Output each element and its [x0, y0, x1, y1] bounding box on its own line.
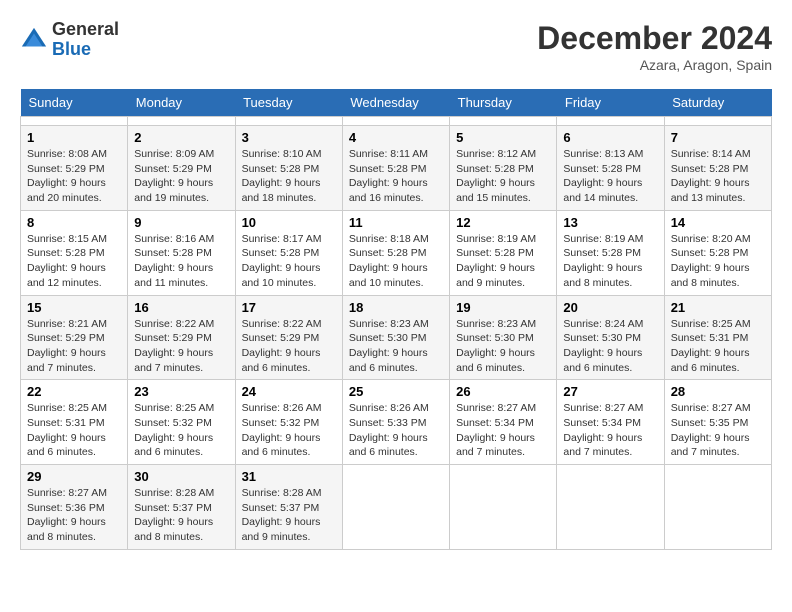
- day-cell-empty-6: [557, 117, 664, 126]
- month-title: December 2024: [537, 20, 772, 57]
- header-sunday: Sunday: [21, 89, 128, 117]
- day-25: 25 Sunrise: 8:26 AMSunset: 5:33 PMDaylig…: [342, 380, 449, 465]
- day-7: 7 Sunrise: 8:14 AMSunset: 5:28 PMDayligh…: [664, 126, 771, 211]
- day-1: 1 Sunrise: 8:08 AMSunset: 5:29 PMDayligh…: [21, 126, 128, 211]
- day-21: 21 Sunrise: 8:25 AMSunset: 5:31 PMDaylig…: [664, 295, 771, 380]
- title-section: December 2024 Azara, Aragon, Spain: [537, 20, 772, 73]
- header: General Blue December 2024 Azara, Aragon…: [20, 20, 772, 73]
- week-dec1: 1 Sunrise: 8:08 AMSunset: 5:29 PMDayligh…: [21, 126, 772, 211]
- day-4: 4 Sunrise: 8:11 AMSunset: 5:28 PMDayligh…: [342, 126, 449, 211]
- week-dec29: 29 Sunrise: 8:27 AMSunset: 5:36 PMDaylig…: [21, 465, 772, 550]
- week-dec8: 8 Sunrise: 8:15 AMSunset: 5:28 PMDayligh…: [21, 210, 772, 295]
- day-20: 20 Sunrise: 8:24 AMSunset: 5:30 PMDaylig…: [557, 295, 664, 380]
- day-11: 11 Sunrise: 8:18 AMSunset: 5:28 PMDaylig…: [342, 210, 449, 295]
- day-10: 10 Sunrise: 8:17 AMSunset: 5:28 PMDaylig…: [235, 210, 342, 295]
- day-13: 13 Sunrise: 8:19 AMSunset: 5:28 PMDaylig…: [557, 210, 664, 295]
- week-1: [21, 117, 772, 126]
- day-14: 14 Sunrise: 8:20 AMSunset: 5:28 PMDaylig…: [664, 210, 771, 295]
- day-30: 30 Sunrise: 8:28 AMSunset: 5:37 PMDaylig…: [128, 465, 235, 550]
- day-cell-empty-7: [664, 117, 771, 126]
- logo-blue: Blue: [52, 40, 119, 60]
- day-empty-thu: [450, 465, 557, 550]
- logo-icon: [20, 26, 48, 54]
- day-cell-empty-5: [450, 117, 557, 126]
- day-8: 8 Sunrise: 8:15 AMSunset: 5:28 PMDayligh…: [21, 210, 128, 295]
- location: Azara, Aragon, Spain: [537, 57, 772, 73]
- day-19: 19 Sunrise: 8:23 AMSunset: 5:30 PMDaylig…: [450, 295, 557, 380]
- page-container: General Blue December 2024 Azara, Aragon…: [20, 20, 772, 550]
- day-24: 24 Sunrise: 8:26 AMSunset: 5:32 PMDaylig…: [235, 380, 342, 465]
- day-cell-empty-4: [342, 117, 449, 126]
- day-12: 12 Sunrise: 8:19 AMSunset: 5:28 PMDaylig…: [450, 210, 557, 295]
- header-thursday: Thursday: [450, 89, 557, 117]
- day-6: 6 Sunrise: 8:13 AMSunset: 5:28 PMDayligh…: [557, 126, 664, 211]
- day-16: 16 Sunrise: 8:22 AMSunset: 5:29 PMDaylig…: [128, 295, 235, 380]
- day-31: 31 Sunrise: 8:28 AMSunset: 5:37 PMDaylig…: [235, 465, 342, 550]
- week-dec22: 22 Sunrise: 8:25 AMSunset: 5:31 PMDaylig…: [21, 380, 772, 465]
- header-tuesday: Tuesday: [235, 89, 342, 117]
- logo-general: General: [52, 20, 119, 40]
- calendar-header-row: Sunday Monday Tuesday Wednesday Thursday…: [21, 89, 772, 117]
- logo: General Blue: [20, 20, 119, 60]
- day-17: 17 Sunrise: 8:22 AMSunset: 5:29 PMDaylig…: [235, 295, 342, 380]
- day-9: 9 Sunrise: 8:16 AMSunset: 5:28 PMDayligh…: [128, 210, 235, 295]
- day-empty-sat: [664, 465, 771, 550]
- day-26: 26 Sunrise: 8:27 AMSunset: 5:34 PMDaylig…: [450, 380, 557, 465]
- day-27: 27 Sunrise: 8:27 AMSunset: 5:34 PMDaylig…: [557, 380, 664, 465]
- day-22: 22 Sunrise: 8:25 AMSunset: 5:31 PMDaylig…: [21, 380, 128, 465]
- day-cell-empty-1: [21, 117, 128, 126]
- header-friday: Friday: [557, 89, 664, 117]
- day-cell-empty-3: [235, 117, 342, 126]
- day-23: 23 Sunrise: 8:25 AMSunset: 5:32 PMDaylig…: [128, 380, 235, 465]
- logo-text: General Blue: [52, 20, 119, 60]
- day-5: 5 Sunrise: 8:12 AMSunset: 5:28 PMDayligh…: [450, 126, 557, 211]
- day-15: 15 Sunrise: 8:21 AMSunset: 5:29 PMDaylig…: [21, 295, 128, 380]
- header-monday: Monday: [128, 89, 235, 117]
- day-2: 2 Sunrise: 8:09 AMSunset: 5:29 PMDayligh…: [128, 126, 235, 211]
- day-29: 29 Sunrise: 8:27 AMSunset: 5:36 PMDaylig…: [21, 465, 128, 550]
- day-empty-wed: [342, 465, 449, 550]
- day-cell-empty-2: [128, 117, 235, 126]
- calendar-table: Sunday Monday Tuesday Wednesday Thursday…: [20, 89, 772, 550]
- header-saturday: Saturday: [664, 89, 771, 117]
- day-28: 28 Sunrise: 8:27 AMSunset: 5:35 PMDaylig…: [664, 380, 771, 465]
- header-wednesday: Wednesday: [342, 89, 449, 117]
- week-dec15: 15 Sunrise: 8:21 AMSunset: 5:29 PMDaylig…: [21, 295, 772, 380]
- day-empty-fri: [557, 465, 664, 550]
- day-18: 18 Sunrise: 8:23 AMSunset: 5:30 PMDaylig…: [342, 295, 449, 380]
- day-3: 3 Sunrise: 8:10 AMSunset: 5:28 PMDayligh…: [235, 126, 342, 211]
